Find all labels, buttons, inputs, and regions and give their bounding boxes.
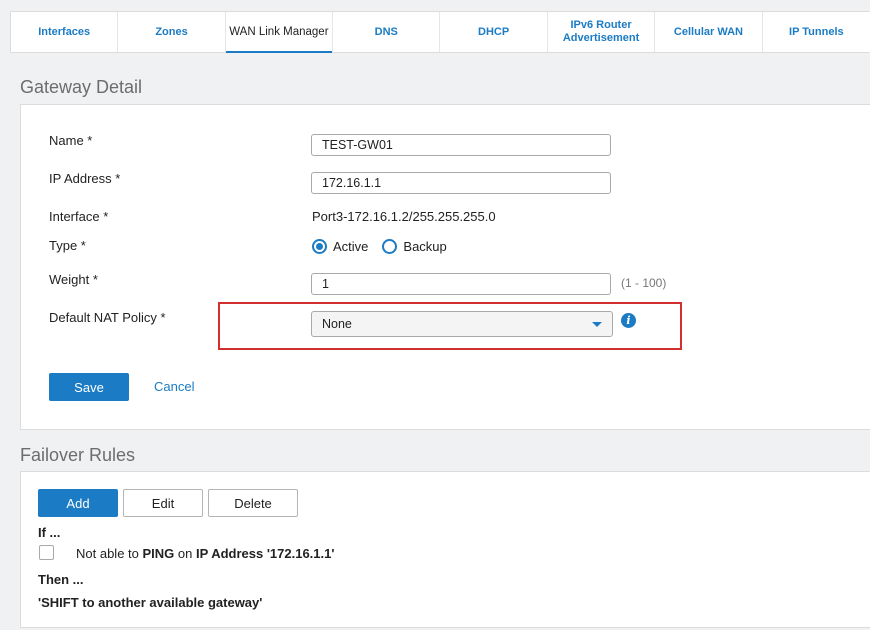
then-action: 'SHIFT to another available gateway'	[38, 595, 263, 610]
edit-button[interactable]: Edit	[123, 489, 203, 517]
tab-interfaces[interactable]: Interfaces	[11, 12, 119, 52]
type-backup-label[interactable]: Backup	[403, 239, 446, 254]
cancel-button[interactable]: Cancel	[154, 379, 194, 394]
ip-address-input[interactable]	[311, 172, 611, 194]
type-radio-group: Active Backup	[312, 239, 461, 254]
nat-policy-value: None	[322, 317, 352, 331]
if-label: If ...	[38, 525, 61, 540]
type-label: Type *	[49, 238, 86, 253]
tab-wan-link-manager[interactable]: WAN Link Manager	[225, 12, 334, 53]
weight-label: Weight *	[49, 272, 98, 287]
gateway-detail-panel: Name * IP Address * Interface * Port3-17…	[20, 104, 870, 430]
interface-label: Interface *	[49, 209, 109, 224]
rule-checkbox[interactable]	[39, 545, 54, 560]
delete-button[interactable]: Delete	[208, 489, 298, 517]
tab-ip-tunnels[interactable]: IP Tunnels	[763, 12, 870, 52]
chevron-down-icon	[592, 321, 602, 327]
interface-value: Port3-172.16.1.2/255.255.255.0	[312, 209, 496, 224]
nat-policy-select[interactable]: None	[311, 311, 613, 337]
tab-zones[interactable]: Zones	[118, 12, 226, 52]
tab-cellular-wan[interactable]: Cellular WAN	[655, 12, 763, 52]
tab-dns[interactable]: DNS	[333, 12, 441, 52]
weight-input[interactable]	[311, 273, 611, 295]
weight-hint: (1 - 100)	[621, 276, 667, 290]
gateway-detail-title: Gateway Detail	[20, 77, 143, 97]
type-active-label[interactable]: Active	[333, 239, 368, 254]
type-active-radio[interactable]	[312, 239, 327, 254]
failover-rules-panel: Add Edit Delete If ... Not able to PING …	[20, 471, 870, 628]
tab-bar: Interfaces Zones WAN Link Manager DNS DH…	[10, 11, 870, 53]
nat-policy-label: Default NAT Policy *	[49, 310, 166, 325]
tab-dhcp[interactable]: DHCP	[440, 12, 548, 52]
name-label: Name *	[49, 133, 93, 148]
tab-ipv6-router-advertisement[interactable]: IPv6 Router Advertisement	[548, 12, 656, 52]
ip-address-label: IP Address *	[49, 171, 121, 186]
name-input[interactable]	[311, 134, 611, 156]
type-backup-radio[interactable]	[382, 239, 398, 254]
then-label: Then ...	[38, 572, 84, 587]
save-button[interactable]: Save	[49, 373, 129, 401]
info-icon[interactable]: i	[621, 313, 636, 328]
rule-description: Not able to PING on IP Address '172.16.1…	[76, 546, 335, 561]
failover-rules-title: Failover Rules	[20, 445, 136, 465]
add-button[interactable]: Add	[38, 489, 118, 517]
